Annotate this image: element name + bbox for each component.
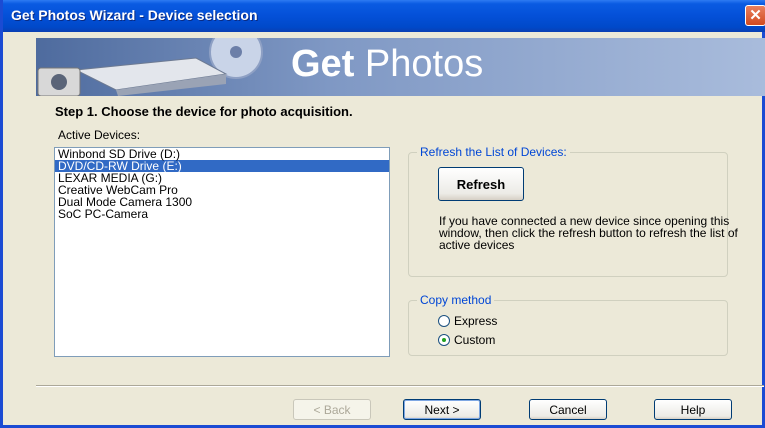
wizard-window: Get Photos Wizard - Device selection ✕ G… xyxy=(0,0,765,428)
refresh-group-legend: Refresh the List of Devices: xyxy=(417,145,570,159)
radio-custom-label: Custom xyxy=(454,333,496,347)
refresh-group: Refresh the List of Devices: Refresh If … xyxy=(408,145,738,277)
radio-button-checked-icon[interactable] xyxy=(438,334,450,346)
device-list[interactable]: Winbond SD Drive (D:) DVD/CD-RW Drive (E… xyxy=(54,147,390,357)
next-button[interactable]: Next > xyxy=(403,399,481,420)
radio-express-label: Express xyxy=(454,314,498,328)
window-title: Get Photos Wizard - Device selection xyxy=(11,7,258,23)
banner-title-rest: Photos xyxy=(364,43,484,85)
title-bar[interactable]: Get Photos Wizard - Device selection ✕ xyxy=(3,0,765,32)
close-icon: ✕ xyxy=(749,7,762,24)
banner-title-bold: Get xyxy=(291,43,355,85)
refresh-help-text: If you have connected a new device since… xyxy=(439,214,738,252)
footer-separator xyxy=(36,385,764,387)
scanner-camera-icon xyxy=(37,38,263,96)
copy-method-legend: Copy method xyxy=(417,293,495,307)
banner-title: Get Photos xyxy=(291,43,483,86)
radio-custom[interactable]: Custom xyxy=(438,333,495,347)
radio-button-icon[interactable] xyxy=(438,315,450,327)
back-button[interactable]: < Back xyxy=(293,399,371,420)
copy-method-group: Copy method Express Custom xyxy=(408,293,728,356)
header-banner: Get Photos xyxy=(36,38,765,96)
cancel-button[interactable]: Cancel xyxy=(529,399,607,420)
active-devices-label: Active Devices: xyxy=(58,128,141,142)
list-item[interactable]: SoC PC-Camera xyxy=(55,208,389,220)
help-button[interactable]: Help xyxy=(654,399,732,420)
radio-express[interactable]: Express xyxy=(438,314,497,328)
refresh-button[interactable]: Refresh xyxy=(438,167,524,201)
step-instruction: Step 1. Choose the device for photo acqu… xyxy=(55,104,353,119)
close-button[interactable]: ✕ xyxy=(745,5,765,26)
